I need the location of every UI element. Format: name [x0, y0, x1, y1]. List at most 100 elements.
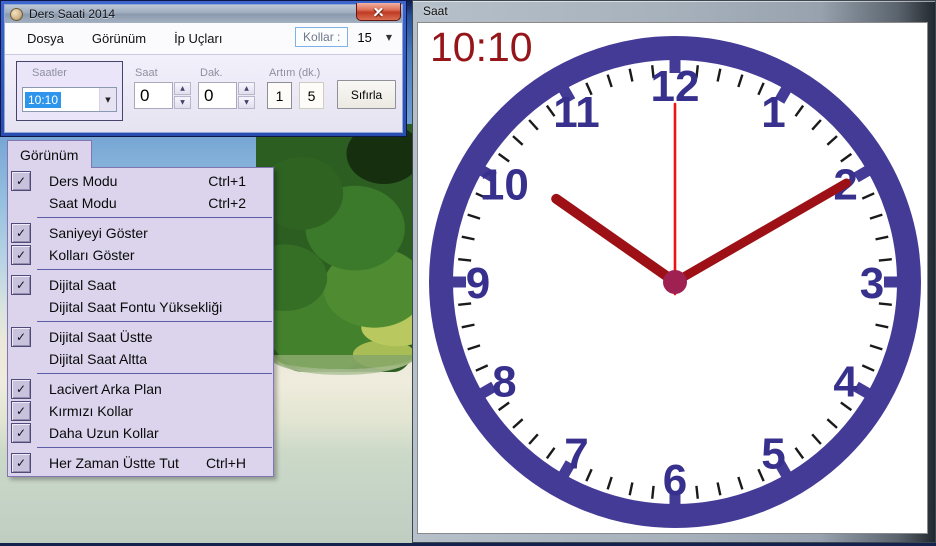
minute-tick	[812, 434, 821, 444]
clock-number: 11	[553, 88, 600, 137]
menu-item-dijital-saat-fontu-y-ksekli-i[interactable]: Dijital Saat Fontu Yüksekliği	[8, 296, 273, 318]
sifirla-button[interactable]: Sıfırla	[337, 80, 396, 109]
hour-tick	[856, 387, 869, 395]
menu-item-shortcut: Ctrl+2	[208, 195, 273, 211]
kollar-label: Kollar :	[295, 27, 348, 47]
minute-tick	[862, 193, 874, 198]
menu-item-daha-uzun-kollar[interactable]: ✓Daha Uzun Kollar	[8, 422, 273, 444]
minute-tick	[462, 325, 475, 328]
checkmark-icon[interactable]: ✓	[11, 171, 31, 191]
minute-hand	[675, 183, 846, 282]
saatler-dropdown-icon[interactable]: ▼	[99, 88, 116, 111]
saat-input[interactable]: 0	[134, 82, 173, 109]
minute-tick	[812, 120, 821, 130]
minute-tick	[870, 345, 882, 349]
saat-label: Saat	[135, 67, 158, 79]
clock-number: 5	[761, 429, 785, 478]
app-titlebar[interactable]: Ders Saati 2014	[5, 5, 402, 23]
menu-item-kollar-g-ster[interactable]: ✓Kolları Göster	[8, 244, 273, 266]
checkmark-icon[interactable]: ✓	[11, 327, 31, 347]
clock-number: 4	[833, 357, 858, 406]
kollar-dropdown-icon[interactable]: ▼	[386, 33, 392, 42]
dak-input[interactable]: 0	[198, 82, 237, 109]
dak-down-icon[interactable]: ▼	[238, 96, 255, 109]
menu-item-lacivert-arka-plan[interactable]: ✓ Lacivert Arka Plan	[8, 378, 273, 400]
minute-tick	[462, 237, 475, 240]
dak-up-icon[interactable]: ▲	[238, 82, 255, 95]
menu-item-label: Lacivert Arka Plan	[49, 381, 162, 397]
menu-item-dijital-saat-stte[interactable]: ✓ Dijital Saat Üstte	[8, 326, 273, 348]
menu-separator	[8, 444, 273, 452]
close-icon	[374, 7, 383, 16]
saat-up-icon[interactable]: ▲	[174, 82, 191, 95]
minute-tick	[608, 477, 612, 489]
gorunum-menu-panel: ✓Ders ModuCtrl+1Saat ModuCtrl+2✓Saniyeyi…	[7, 167, 274, 477]
menu-separator	[8, 214, 273, 222]
saatler-label: Saatler	[32, 67, 67, 79]
dak-spinner: 0 ▲ ▼	[198, 82, 256, 109]
minute-tick	[547, 448, 555, 459]
menu-item-label: Kırmızı Kollar	[49, 403, 133, 419]
menu-item-label: Saniyeyi Göster	[49, 225, 148, 241]
menu-item-ders-modu[interactable]: ✓Ders ModuCtrl+1	[8, 170, 273, 192]
saatler-selected-value: 10:10	[25, 92, 61, 108]
menu-item-label: Dijital Saat Altta	[49, 351, 147, 367]
minute-tick	[862, 365, 874, 370]
menu-gorunum[interactable]: Görünüm	[78, 26, 160, 51]
checkmark-icon[interactable]: ✓	[11, 379, 31, 399]
kollar-value[interactable]: 15	[357, 30, 371, 45]
menu-item-shortcut: Ctrl+1	[208, 173, 273, 189]
menu-item-dijital-saat-altta[interactable]: Dijital Saat Altta	[8, 348, 273, 370]
clock-number: 3	[860, 259, 884, 308]
checkmark-icon[interactable]: ✓	[11, 245, 31, 265]
menu-item-her-zaman-stte-tut[interactable]: ✓Her Zaman Üstte TutCtrl+H	[8, 452, 273, 474]
gorunum-menu-header[interactable]: Görünüm	[7, 140, 92, 168]
clock-center-cap	[663, 270, 687, 294]
checkmark-icon[interactable]: ✓	[11, 223, 31, 243]
app-control-panel: Saatler 10:10 ▼ Saat 0 ▲ ▼ Dak. 0 ▲ ▼ Ar…	[5, 54, 402, 132]
menu-item-saat-modu[interactable]: Saat ModuCtrl+2	[8, 192, 273, 214]
artim-5-button[interactable]: 5	[299, 82, 324, 109]
minute-tick	[876, 325, 889, 328]
checkmark-icon[interactable]: ✓	[11, 453, 31, 473]
checkmark-icon[interactable]: ✓	[11, 401, 31, 421]
clock-app-icon	[10, 8, 23, 21]
menu-item-label: Dijital Saat	[49, 277, 116, 293]
menu-dosya[interactable]: Dosya	[13, 26, 78, 51]
saatler-combobox[interactable]: 10:10 ▼	[22, 87, 117, 112]
app-window: Ders Saati 2014 Dosya Görünüm İp Uçları …	[0, 0, 407, 137]
close-button[interactable]	[356, 3, 401, 21]
minute-tick	[630, 483, 633, 496]
checkmark-icon[interactable]: ✓	[11, 275, 31, 295]
artim-1-button[interactable]: 1	[267, 82, 292, 109]
clock-number: 9	[466, 259, 490, 308]
saatler-groupbox: Saatler 10:10 ▼	[16, 61, 123, 121]
menu-separator	[8, 318, 273, 326]
app-title: Ders Saati 2014	[29, 7, 115, 21]
minute-tick	[738, 477, 742, 489]
menu-item-dijital-saat[interactable]: ✓ Dijital Saat	[8, 274, 273, 296]
menu-item-label: Dijital Saat Üstte	[49, 329, 152, 345]
clock-window: Saat 10:10 123456789101112	[412, 0, 936, 543]
checkmark-icon[interactable]: ✓	[11, 423, 31, 443]
wallpaper-trees	[256, 124, 416, 372]
artim-label: Artım (dk.)	[269, 67, 320, 79]
clock-number: 8	[492, 357, 516, 406]
clock-number: 6	[663, 456, 687, 505]
menu-item-saniyeyi-g-ster[interactable]: ✓ Saniyeyi Göster	[8, 222, 273, 244]
minute-tick	[608, 75, 612, 87]
wallpaper-grass	[268, 355, 416, 375]
saat-down-icon[interactable]: ▼	[174, 96, 191, 109]
minute-tick	[476, 365, 488, 370]
minute-tick	[513, 419, 523, 428]
clock-window-title[interactable]: Saat	[423, 4, 448, 18]
minute-tick	[696, 486, 697, 499]
hour-hand	[556, 199, 675, 282]
menu-item-k-rm-z-kollar[interactable]: ✓ Kırmızı Kollar	[8, 400, 273, 422]
minute-tick	[870, 215, 882, 219]
minute-tick	[513, 136, 523, 145]
minute-tick	[468, 215, 480, 219]
minute-tick	[827, 419, 837, 428]
menu-separator	[8, 266, 273, 274]
menu-ip-uclari[interactable]: İp Uçları	[160, 26, 236, 51]
